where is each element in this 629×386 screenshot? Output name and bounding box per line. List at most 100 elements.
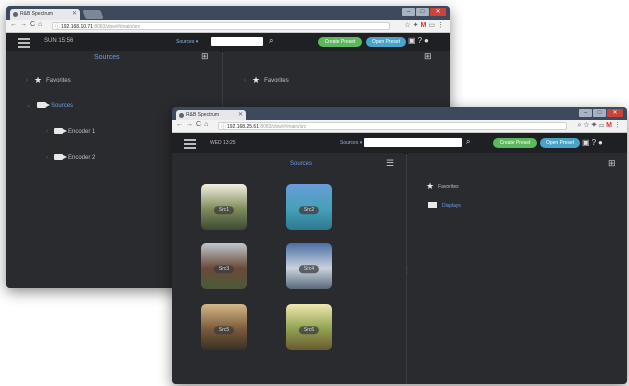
ext-icon[interactable]: ✦ — [591, 122, 599, 129]
sources-dropdown[interactable]: Sources ▾ — [176, 39, 198, 45]
search-icon[interactable]: ⌕ — [466, 137, 470, 147]
tree-item-encoder-1[interactable]: › Encoder 1 — [46, 128, 95, 135]
tree-item-favorites[interactable]: ★ Favorites — [426, 181, 459, 192]
grid-view-icon[interactable]: ⊞ — [201, 51, 209, 62]
minimize-button[interactable]: – — [402, 8, 415, 16]
list-view-icon[interactable]: ☰ — [386, 158, 394, 169]
reload-icon[interactable]: C — [196, 121, 204, 128]
app-header: SUN 15:56 Sources ▾ ⌕ Create Preset Open… — [6, 33, 450, 52]
source-thumbnail[interactable]: Src6 — [286, 304, 332, 350]
open-preset-button[interactable]: Open Preset — [366, 37, 406, 47]
home-icon[interactable]: ⌂ — [38, 21, 45, 28]
close-window-button[interactable]: ✕ — [607, 109, 623, 117]
camera-icon — [54, 128, 67, 134]
tree-item-favorites[interactable]: › ★ Favorites — [244, 75, 289, 86]
home-icon[interactable]: ⌂ — [204, 121, 211, 128]
url-field[interactable]: ⓘ 192.168.10.71:8083/zbw/#/main/src — [52, 22, 390, 30]
address-bar: ←→C⌂ ⓘ 192.168.25.61:8083/zbw/#/main/src… — [172, 120, 627, 133]
back-arrow-icon[interactable]: ← — [10, 21, 20, 28]
create-preset-button[interactable]: Create Preset — [318, 37, 362, 47]
tab-strip: R&B Spectrum ✕ – □ ✕ — [172, 107, 627, 121]
layers-icon[interactable]: ▣ — [408, 36, 418, 45]
source-thumbnail[interactable]: Src4 — [286, 243, 332, 289]
display-icon — [428, 202, 437, 208]
star-icon: ★ — [426, 181, 435, 191]
search-icon[interactable]: ⌕ — [269, 36, 273, 46]
expand-arrow-icon[interactable]: › — [244, 78, 246, 84]
thumbnail-label: Src2 — [298, 206, 320, 215]
source-thumbnail[interactable]: Src1 — [201, 184, 247, 230]
tree-item-favorites[interactable]: › ★ Favorites — [26, 75, 71, 86]
chat-icon[interactable]: ● — [598, 138, 605, 147]
expand-arrow-icon[interactable]: › — [46, 129, 48, 135]
thumbnail-label: Src1 — [213, 206, 235, 215]
forward-arrow-icon[interactable]: → — [20, 21, 30, 28]
sources-dropdown[interactable]: Sources ▾ — [340, 140, 362, 146]
camera-icon — [37, 102, 51, 108]
tab-title: R&B Spectrum — [20, 11, 54, 17]
grid-view-icon[interactable]: ⊞ — [424, 51, 432, 62]
thumbnail-label: Src3 — [213, 265, 235, 274]
maximize-button[interactable]: □ — [416, 8, 429, 16]
destinations-pane: ⊞ ★ Favorites Displays — [408, 153, 627, 384]
bookmark-star-icon[interactable]: ☆ — [404, 22, 412, 29]
close-window-button[interactable]: ✕ — [430, 8, 446, 16]
address-bar: ←→C⌂ ⓘ 192.168.10.71:8083/zbw/#/main/src… — [6, 20, 450, 33]
tab-strip: R&B Spectrum ✕ – □ ✕ — [6, 6, 450, 20]
header-icons: ▣?● — [408, 36, 431, 45]
grid-view-icon[interactable]: ⊞ — [608, 158, 616, 169]
new-tab-button[interactable] — [82, 10, 104, 19]
chat-icon[interactable]: ● — [424, 36, 431, 45]
info-icon: ⓘ — [221, 124, 227, 130]
header-icons: ▣?● — [582, 138, 605, 147]
menu-dots-icon[interactable]: ⋮ — [437, 22, 446, 29]
layers-icon[interactable]: ▣ — [582, 138, 592, 147]
minimize-button[interactable]: – — [579, 109, 592, 117]
sources-pane: Sources ☰ Src1 Src2 Src3 Src4 Src5 Src6 — [172, 153, 404, 384]
collapse-arrow-icon[interactable]: ⌄ — [26, 103, 31, 109]
hamburger-menu-icon[interactable] — [184, 139, 196, 151]
tree-item-displays[interactable]: Displays — [428, 202, 461, 209]
browser-tab[interactable]: R&B Spectrum ✕ — [10, 9, 80, 20]
app-header: WED 13:25 Sources ▾ ⌕ Create Preset Open… — [172, 133, 627, 154]
forward-arrow-icon[interactable]: → — [186, 121, 196, 128]
hamburger-menu-icon[interactable] — [18, 38, 30, 50]
tree-item-encoder-2[interactable]: › Encoder 2 — [46, 154, 95, 161]
thumbnail-label: Src5 — [213, 326, 235, 335]
url-path: :8083/zbw/#/main/src — [92, 24, 141, 30]
expand-arrow-icon[interactable]: › — [26, 78, 28, 84]
source-thumbnail[interactable]: Src2 — [286, 184, 332, 230]
ext-icon[interactable]: ✦ — [413, 22, 421, 29]
create-preset-button[interactable]: Create Preset — [493, 138, 537, 148]
menu-dots-icon[interactable]: ⋮ — [614, 122, 623, 129]
info-icon: ⓘ — [55, 24, 61, 30]
clock: SUN 15:56 — [44, 38, 74, 44]
close-tab-icon[interactable]: ✕ — [72, 9, 77, 20]
gmail-icon[interactable]: M — [606, 122, 614, 129]
favicon-icon — [179, 113, 184, 118]
search-input[interactable] — [211, 37, 263, 46]
back-arrow-icon[interactable]: ← — [176, 121, 186, 128]
extension-icons: ⌕☆✦▭M⋮ — [578, 121, 623, 130]
search-input[interactable] — [364, 138, 462, 147]
cast-icon[interactable]: ▭ — [428, 22, 437, 29]
source-thumbnail[interactable]: Src5 — [201, 304, 247, 350]
thumbnail-label: Src4 — [298, 265, 320, 274]
expand-arrow-icon[interactable]: › — [46, 155, 48, 161]
clock: WED 13:25 — [210, 140, 236, 146]
tab-title: R&B Spectrum — [186, 112, 220, 118]
favicon-icon — [13, 12, 18, 17]
star-icon: ★ — [34, 75, 43, 85]
window-controls: – □ ✕ — [579, 109, 623, 117]
reload-icon[interactable]: C — [30, 21, 38, 28]
url-host: 192.168.10.71 — [61, 24, 93, 30]
front-browser-window: R&B Spectrum ✕ – □ ✕ ←→C⌂ ⓘ 192.168.25.6… — [172, 107, 627, 384]
thumbnail-label: Src6 — [298, 326, 320, 335]
camera-icon — [54, 154, 67, 160]
source-thumbnail[interactable]: Src3 — [201, 243, 247, 289]
maximize-button[interactable]: □ — [593, 109, 606, 117]
tree-item-sources[interactable]: ⌄ Sources — [26, 102, 73, 109]
url-field[interactable]: ⓘ 192.168.25.61:8083/zbw/#/main/src — [218, 122, 567, 130]
extension-icons: ☆✦M▭⋮ — [404, 21, 446, 29]
open-preset-button[interactable]: Open Preset — [540, 138, 580, 148]
